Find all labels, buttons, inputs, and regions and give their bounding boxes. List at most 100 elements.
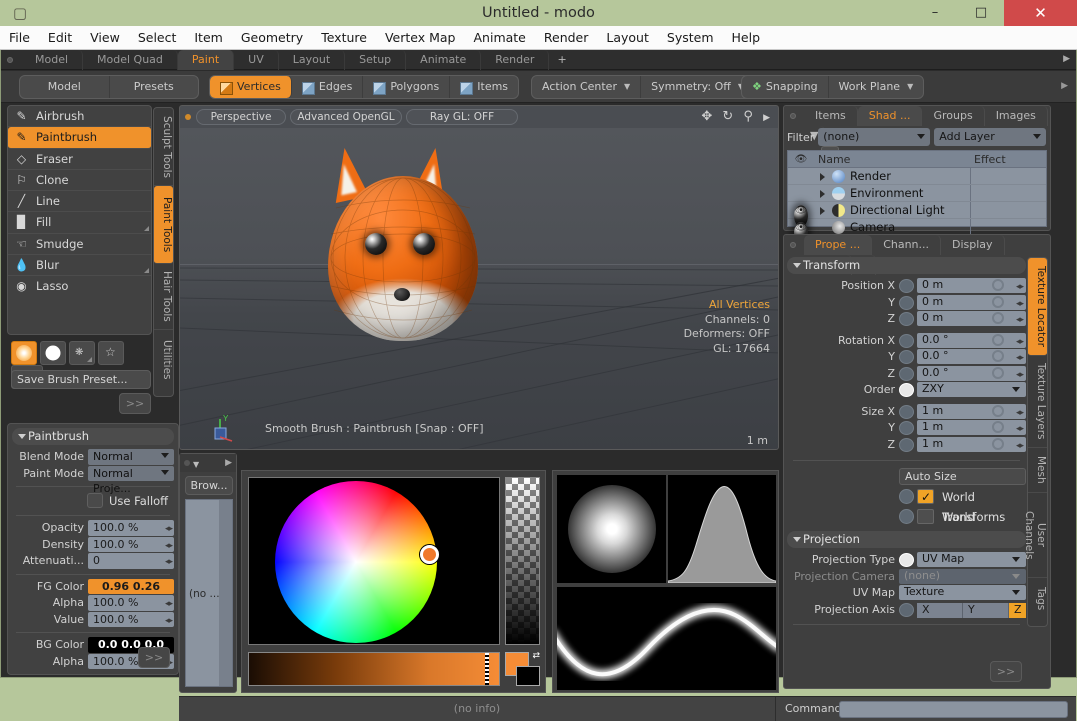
layout-menu-dot[interactable]	[7, 57, 13, 63]
symmetry-button[interactable]: Symmetry: Off ▼	[641, 76, 755, 98]
background-color-swatch[interactable]	[516, 666, 540, 686]
position-x-field[interactable]: 0 m ◂▸	[917, 278, 1026, 293]
tab-images[interactable]: Images	[985, 106, 1048, 126]
tool-item-lasso[interactable]: ◉ Lasso	[8, 276, 151, 297]
channel-knob[interactable]	[899, 350, 914, 364]
menu-item-file[interactable]: File	[0, 26, 39, 50]
tab-display[interactable]: Display	[941, 235, 1005, 255]
side-tab-texture-layers[interactable]: Texture Layers	[1028, 356, 1047, 448]
fg-value-field[interactable]: 100.0 % ◂▸	[88, 612, 174, 628]
channel-knob[interactable]	[899, 312, 914, 326]
component-button-items[interactable]: Items	[450, 76, 518, 98]
channel-knob-active[interactable]	[899, 383, 914, 397]
menu-item-system[interactable]: System	[658, 26, 723, 50]
chevron-right-icon[interactable]: ▶	[225, 458, 232, 468]
spinner-icon[interactable]: ◂▸	[1016, 406, 1023, 420]
spinner-icon[interactable]: ◂▸	[1016, 368, 1023, 382]
spinner-icon[interactable]: ◂▸	[165, 614, 172, 629]
rotation-x-field[interactable]: 0.0 ° ◂▸	[917, 333, 1026, 348]
menu-item-render[interactable]: Render	[535, 26, 598, 50]
channel-knob[interactable]	[899, 603, 914, 617]
preset-hard-round-brush[interactable]	[40, 341, 66, 365]
browser-scrollbar[interactable]	[219, 500, 232, 686]
rotation-y-field[interactable]: 0.0 ° ◂▸	[917, 349, 1026, 364]
maximize-button[interactable]: □	[958, 0, 1004, 26]
expand-corner-icon[interactable]	[87, 357, 92, 362]
axis-button-x[interactable]: X	[917, 603, 963, 618]
layout-tab-animate[interactable]: Animate	[406, 50, 481, 70]
spinner-icon[interactable]: ◂▸	[165, 522, 172, 537]
color-wheel[interactable]	[275, 481, 437, 643]
zoom-icon[interactable]: ⚲	[743, 109, 753, 124]
layout-tab-add[interactable]: +	[549, 50, 574, 70]
table-row[interactable]: 👁 Directional Light	[788, 202, 1046, 219]
value-marker[interactable]	[485, 653, 489, 685]
color-wheel-cursor[interactable]	[420, 545, 439, 564]
toolbar-overflow-icon[interactable]: ▶	[1061, 81, 1068, 91]
density-field[interactable]: 100.0 % ◂▸	[88, 537, 174, 553]
chevron-right-icon[interactable]: ▶	[1063, 54, 1070, 64]
tab-groups[interactable]: Groups	[922, 106, 984, 126]
world-coordinates-checkbox[interactable]	[917, 509, 934, 524]
color-wheel-container[interactable]	[248, 477, 500, 645]
tool-item-clone[interactable]: ⚐ Clone	[8, 170, 151, 191]
3d-viewport[interactable]: Perspective Advanced OpenGL Ray GL: OFF …	[179, 105, 779, 450]
side-tab-texture-locator[interactable]: Texture Locator	[1028, 258, 1047, 356]
animate-key-icon[interactable]	[992, 279, 1004, 291]
spinner-icon[interactable]: ◂▸	[1016, 422, 1023, 436]
paintbrush-section-header[interactable]: Paintbrush	[12, 428, 174, 445]
viewport-raygl-button[interactable]: Ray GL: OFF	[406, 109, 518, 125]
paintbrush-more-button[interactable]: >>	[138, 647, 170, 668]
transform-section-header[interactable]: Transform	[787, 257, 1026, 274]
tool-tab-hair-tools[interactable]: Hair Tools	[154, 264, 173, 330]
spinner-icon[interactable]: ◂▸	[1016, 351, 1023, 365]
tool-item-fill[interactable]: ▉ Fill	[8, 212, 151, 233]
menu-item-animate[interactable]: Animate	[465, 26, 535, 50]
component-button-vertices[interactable]: Vertices	[210, 76, 292, 98]
spinner-icon[interactable]: ◂▸	[1016, 313, 1023, 327]
fg-alpha-field[interactable]: 100.0 % ◂▸	[88, 595, 174, 611]
viewport-perspective-button[interactable]: Perspective	[196, 109, 286, 125]
channel-knob[interactable]	[899, 334, 914, 348]
tool-item-smudge[interactable]: ☜ Smudge	[8, 234, 151, 255]
shader-tree-list[interactable]: 👁 Name Effect Render Environment 👁 D	[787, 150, 1047, 227]
browser-item-list[interactable]: (no ...	[185, 499, 233, 687]
tab-channels[interactable]: Chann...	[872, 235, 941, 255]
rotation-z-field[interactable]: 0.0 ° ◂▸	[917, 366, 1026, 381]
component-button-edges[interactable]: Edges	[292, 76, 363, 98]
size-y-field[interactable]: 1 m ◂▸	[917, 420, 1026, 435]
animate-key-icon[interactable]	[992, 350, 1004, 362]
rotate-icon[interactable]: ↻	[722, 109, 733, 124]
command-input[interactable]	[839, 701, 1068, 718]
animate-key-icon[interactable]	[992, 405, 1004, 417]
tab-properties[interactable]: Prope ...	[804, 235, 872, 255]
animate-key-icon[interactable]	[992, 312, 1004, 324]
spinner-icon[interactable]: ◂▸	[165, 539, 172, 554]
channel-knob[interactable]	[899, 509, 914, 524]
spinner-icon[interactable]: ◂▸	[1016, 335, 1023, 349]
move-icon[interactable]: ✥	[701, 109, 712, 124]
channel-knob[interactable]	[899, 367, 914, 381]
value-gradient-bar[interactable]	[248, 652, 500, 686]
blend-mode-dropdown[interactable]: Normal	[88, 449, 174, 465]
size-z-field[interactable]: 1 m ◂▸	[917, 437, 1026, 452]
layout-tab-model-quad[interactable]: Model Quad	[83, 50, 178, 70]
menu-item-geometry[interactable]: Geometry	[232, 26, 312, 50]
channel-knob[interactable]	[899, 421, 914, 435]
tool-item-airbrush[interactable]: ✎ Airbrush	[8, 106, 151, 127]
projection-type-dropdown[interactable]: UV Map	[917, 552, 1026, 567]
chevron-right-icon[interactable]	[820, 173, 825, 181]
chevron-down-icon[interactable]: ▼	[193, 460, 199, 469]
animate-key-icon[interactable]	[992, 334, 1004, 346]
menu-item-vertex-map[interactable]: Vertex Map	[376, 26, 465, 50]
opacity-field[interactable]: 100.0 % ◂▸	[88, 520, 174, 536]
preset-soft-round-brush[interactable]	[11, 341, 37, 365]
layout-tab-setup[interactable]: Setup	[345, 50, 406, 70]
use-falloff-checkbox[interactable]	[87, 493, 103, 508]
layout-tab-uv[interactable]: UV	[234, 50, 279, 70]
animate-key-icon[interactable]	[992, 438, 1004, 450]
tool-item-blur[interactable]: 💧 Blur	[8, 255, 151, 276]
channel-knob-active[interactable]	[899, 553, 914, 567]
add-layer-dropdown[interactable]: Add Layer	[934, 128, 1046, 146]
menu-item-help[interactable]: Help	[723, 26, 770, 50]
